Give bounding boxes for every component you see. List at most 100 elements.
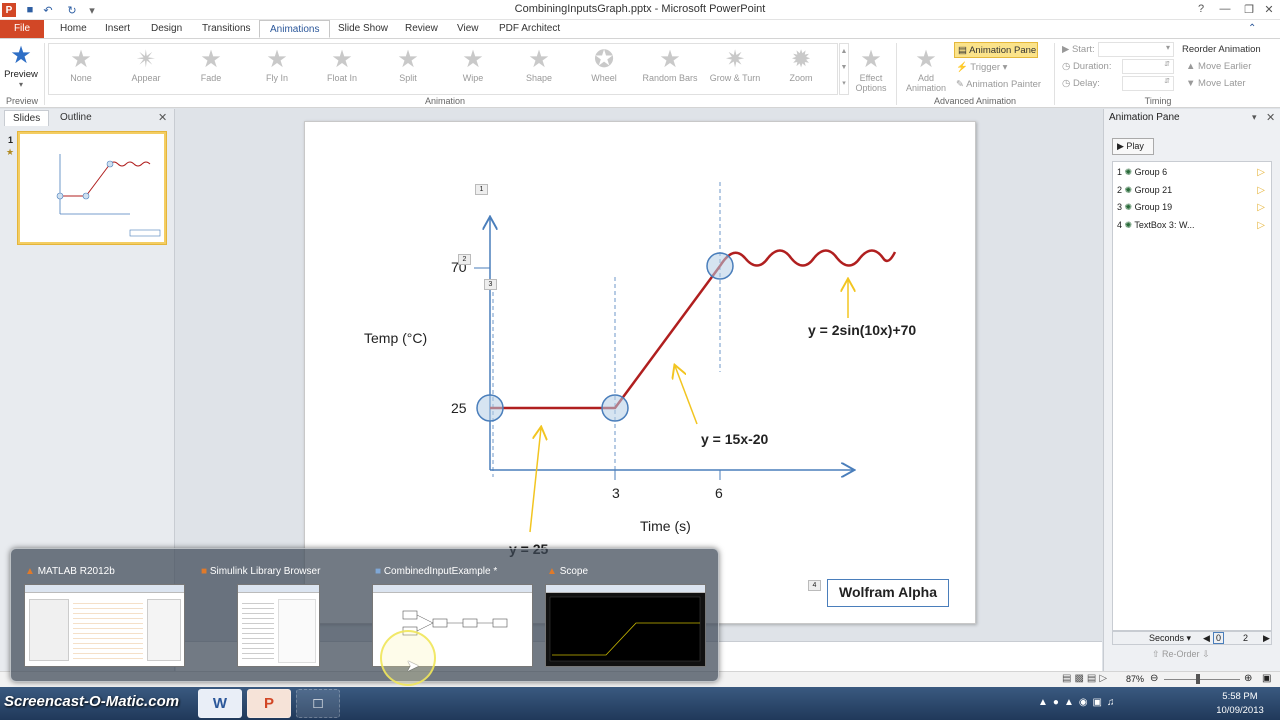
add-star-icon: ★: [915, 46, 937, 73]
divider: [1054, 43, 1055, 105]
trigger-button[interactable]: ⚡ Trigger ▾: [956, 60, 1036, 76]
effect-shape[interactable]: ★ Shape: [508, 47, 570, 93]
animation-item[interactable]: 1 ✺ Group 6 ▷: [1117, 164, 1267, 181]
simulink-icon: ■: [201, 566, 210, 577]
tab-pdf-architect[interactable]: PDF Architect: [489, 20, 570, 38]
x-axis-label: Time (s): [640, 518, 691, 534]
animation-tag[interactable]: 2: [458, 254, 471, 265]
scope-preview[interactable]: [545, 584, 706, 667]
animation-item[interactable]: 4 ✺ TextBox 3: W... ▷: [1117, 217, 1267, 234]
slide-thumbnail[interactable]: [18, 132, 166, 244]
start-label: ▶ Start:: [1062, 44, 1095, 55]
effect-random-bars[interactable]: ★ Random Bars: [639, 47, 701, 93]
timeline-right-icon[interactable]: ▶: [1263, 633, 1270, 644]
system-tray-icons[interactable]: ▲●▲◉▣♫: [1038, 697, 1120, 708]
word-taskbar-icon[interactable]: W: [198, 689, 242, 718]
animation-item[interactable]: 2 ✺ Group 21 ▷: [1117, 182, 1267, 199]
effect-wheel[interactable]: ✪ Wheel: [573, 47, 635, 93]
animation-list: 1 ✺ Group 6 ▷ 2 ✺ Group 21 ▷ 3 ✺ Group 19 ▷…: [1112, 161, 1272, 631]
clock-time[interactable]: 5:58 PM: [1210, 691, 1270, 702]
close-pane-icon[interactable]: ✕: [158, 111, 167, 124]
effect-wipe[interactable]: ★ Wipe: [442, 47, 504, 93]
slide-number: 1: [8, 135, 14, 145]
tab-insert[interactable]: Insert: [95, 20, 140, 38]
tab-design[interactable]: Design: [141, 20, 192, 38]
graph-line: [490, 265, 722, 410]
ribbon-collapse-icon[interactable]: ⌃: [1248, 23, 1256, 34]
add-animation-button[interactable]: ★ Add Animation: [900, 46, 952, 94]
tab-slide-show[interactable]: Slide Show: [328, 20, 398, 38]
zoom-level[interactable]: 87%: [1126, 674, 1144, 684]
scope-plot-thumbnail: [549, 596, 701, 662]
effect-star-icon: ✺: [1124, 185, 1133, 195]
divider: [44, 43, 45, 105]
painter-icon: ✎: [956, 79, 967, 90]
animation-pane-button[interactable]: ▤ Animation Pane: [954, 42, 1038, 58]
effect-grow-turn[interactable]: ✷ Grow & Turn: [704, 47, 766, 93]
view-buttons[interactable]: ▤▩▤▷: [1062, 673, 1110, 684]
tab-review[interactable]: Review: [395, 20, 448, 38]
animation-tag[interactable]: 4: [808, 580, 821, 591]
effect-split[interactable]: ★ Split: [377, 47, 439, 93]
point-marker: [601, 394, 629, 422]
timeline-end: 2: [1243, 633, 1249, 643]
gallery-scroll[interactable]: ▲ ▼ ▾: [839, 43, 849, 95]
zoom-out-icon[interactable]: ⊖: [1150, 673, 1158, 684]
simulink-library-preview[interactable]: [237, 584, 320, 667]
star-icon: ★: [266, 46, 288, 73]
trigger-icon: ⚡: [956, 62, 971, 73]
seconds-dropdown[interactable]: Seconds ▾: [1149, 633, 1191, 644]
close-pane-icon[interactable]: ✕: [1266, 111, 1275, 124]
effect-fly-in[interactable]: ★ Fly In: [246, 47, 308, 93]
start-dropdown[interactable]: ▾: [1098, 42, 1174, 57]
animation-item[interactable]: 3 ✺ Group 19 ▷: [1117, 199, 1267, 216]
effect-none[interactable]: ★ None: [50, 47, 112, 93]
tab-file[interactable]: File: [0, 20, 44, 38]
effect-options-button[interactable]: ★ Effect Options: [850, 46, 892, 94]
fit-slide-icon[interactable]: ▣: [1262, 673, 1271, 684]
timing-bar-icon: ▷: [1257, 220, 1265, 231]
reorder-controls[interactable]: ⇧ Re-Order ⇩: [1152, 649, 1210, 660]
zoom-in-icon[interactable]: ⊕: [1244, 673, 1252, 684]
effect-fade[interactable]: ★ Fade: [180, 47, 242, 93]
duration-label: ◷ Duration:: [1062, 61, 1112, 72]
timeline-left-icon[interactable]: ◀: [1203, 633, 1210, 644]
animation-tag[interactable]: 3: [484, 279, 497, 290]
minimize-icon[interactable]: —: [1212, 0, 1238, 18]
tab-view[interactable]: View: [447, 20, 489, 38]
timing-bar-icon: ▷: [1257, 185, 1265, 196]
powerpoint-taskbar-icon[interactable]: P: [247, 689, 291, 718]
move-earlier-button[interactable]: ▲ Move Earlier: [1186, 59, 1251, 75]
tab-outline[interactable]: Outline: [52, 110, 100, 126]
effect-appear[interactable]: ✴ Appear: [115, 47, 177, 93]
zoom-slider[interactable]: [1164, 679, 1240, 680]
effect-float-in[interactable]: ★ Float In: [311, 47, 373, 93]
tab-animations[interactable]: Animations: [259, 20, 331, 38]
tab-home[interactable]: Home: [50, 20, 97, 38]
close-icon[interactable]: ✕: [1256, 0, 1280, 18]
wolfram-alpha-textbox[interactable]: Wolfram Alpha: [827, 579, 949, 607]
move-later-button[interactable]: ▼ Move Later: [1186, 76, 1246, 92]
delay-stepper[interactable]: ⇵: [1122, 76, 1174, 91]
star-icon: ✷: [724, 46, 746, 73]
animation-tag[interactable]: 1: [475, 184, 488, 195]
preview-star-icon: ★: [10, 42, 32, 69]
effect-star-icon: ✺: [1124, 202, 1133, 212]
zoom-slider-thumb[interactable]: [1196, 674, 1200, 684]
timing-bar-icon: ▷: [1257, 167, 1265, 178]
tab-slides[interactable]: Slides: [4, 110, 50, 126]
window-switcher: ▲ MATLAB R2012b ■ Simulink Library Brows…: [10, 548, 719, 682]
tab-transitions[interactable]: Transitions: [192, 20, 261, 38]
star-icon: ★: [860, 46, 882, 73]
matlab-window-preview[interactable]: [24, 584, 185, 667]
help-icon[interactable]: ?: [1188, 0, 1214, 18]
clock-date[interactable]: 10/09/2013: [1210, 705, 1270, 716]
preview-button[interactable]: ★ Preview ▾: [4, 42, 38, 90]
effect-zoom[interactable]: ✹ Zoom: [770, 47, 832, 93]
animation-painter-button[interactable]: ✎ Animation Painter: [956, 77, 1051, 93]
screencast-taskbar-icon[interactable]: □: [296, 689, 340, 718]
duration-stepper[interactable]: ⇵: [1122, 59, 1174, 74]
play-button[interactable]: ▶ Play: [1112, 138, 1154, 155]
effect-star-icon: ✺: [1124, 220, 1133, 230]
pane-options-icon[interactable]: ▾: [1252, 112, 1257, 123]
